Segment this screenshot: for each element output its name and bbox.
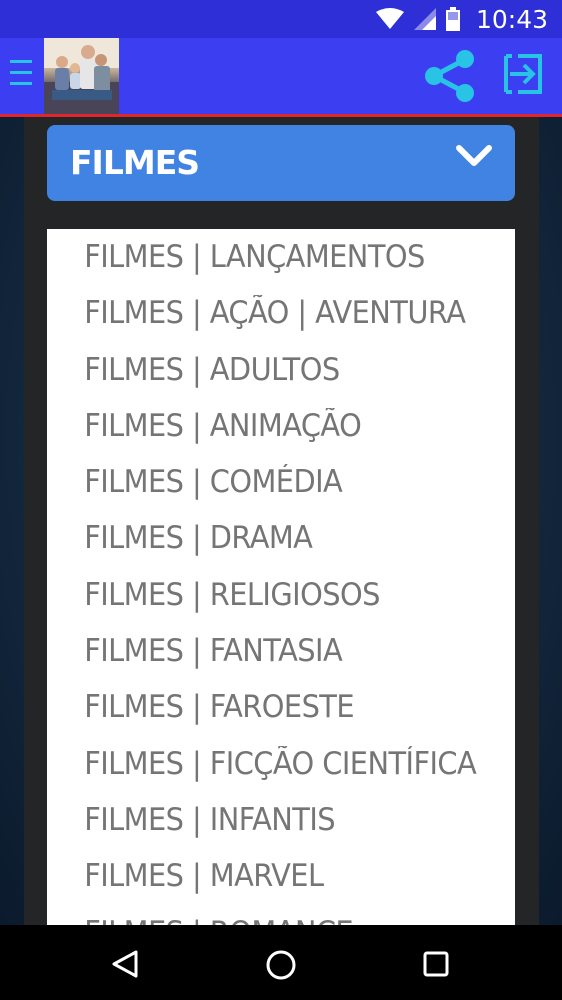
status-icons: 10:43 [375, 4, 548, 34]
chevron-down-icon [456, 145, 492, 166]
back-icon[interactable] [110, 949, 140, 979]
list-item[interactable]: FILMES | DRAMA [47, 510, 482, 566]
list-item[interactable]: FILMES | RELIGIOSOS [47, 567, 482, 623]
list-item[interactable]: FILMES | ROMANCE [47, 905, 482, 925]
list-item[interactable]: FILMES | LANÇAMENTOS [47, 229, 482, 285]
hamburger-menu-icon[interactable] [10, 60, 32, 90]
status-time: 10:43 [475, 4, 548, 34]
list-item[interactable]: FILMES | COMÉDIA [47, 454, 482, 510]
app-bar [0, 38, 562, 117]
dropdown-selected-label: FILMES [70, 143, 200, 182]
category-list: FILMES | LANÇAMENTOS FILMES | AÇÃO | AVE… [47, 229, 515, 925]
list-item[interactable]: FILMES | FANTASIA [47, 623, 482, 679]
battery-icon [445, 7, 460, 31]
share-icon[interactable] [422, 48, 478, 104]
status-bar: 10:43 [0, 0, 562, 38]
list-item[interactable]: FILMES | FICÇÃO CIENTÍFICA [47, 736, 482, 792]
list-item[interactable]: FILMES | FAROESTE [47, 679, 482, 735]
exit-icon[interactable] [500, 50, 548, 98]
recent-apps-icon[interactable] [423, 951, 449, 977]
list-item[interactable]: FILMES | ANIMAÇÃO [47, 398, 482, 454]
system-nav-bar [0, 925, 562, 1000]
list-item[interactable]: FILMES | INFANTIS [47, 792, 482, 848]
list-item[interactable]: FILMES | MARVEL [47, 848, 482, 904]
category-dropdown[interactable]: FILMES [47, 125, 515, 201]
home-icon[interactable] [265, 949, 297, 981]
list-item[interactable]: FILMES | ADULTOS [47, 342, 482, 398]
wifi-icon [375, 8, 404, 29]
list-item[interactable]: FILMES | AÇÃO | AVENTURA [47, 285, 482, 341]
signal-icon [413, 8, 436, 30]
family-photo-logo [44, 38, 119, 114]
